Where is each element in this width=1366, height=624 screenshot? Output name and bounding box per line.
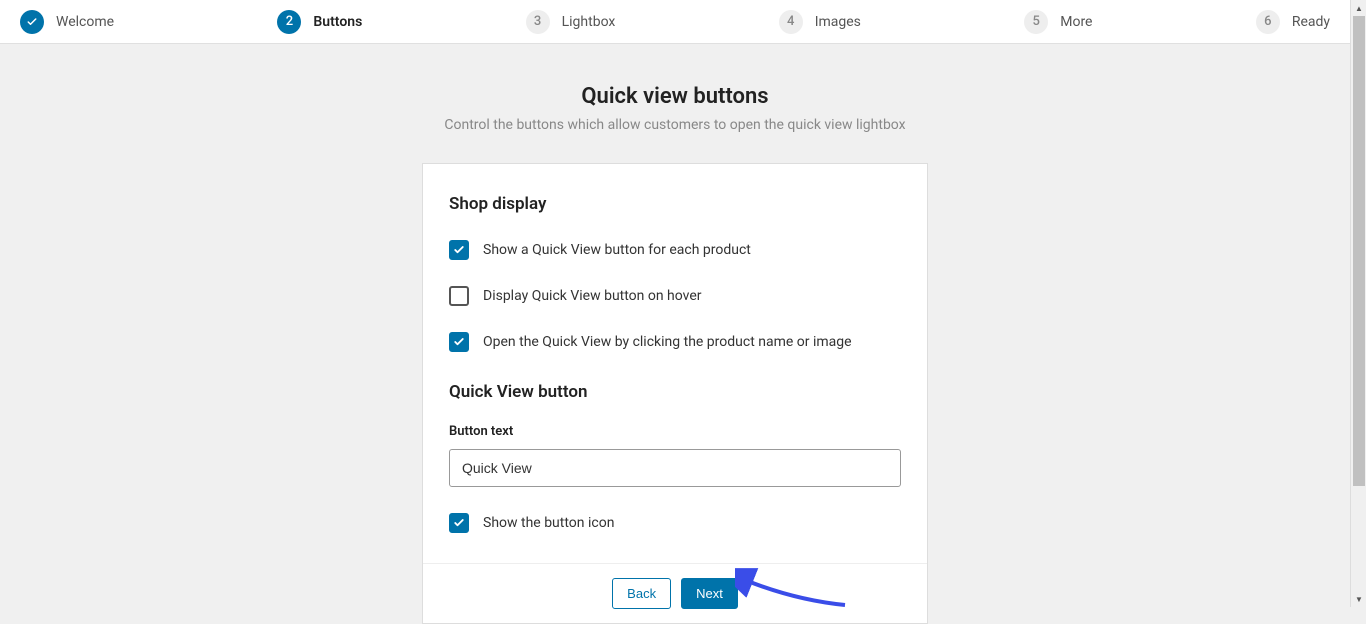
step-number-icon: 4 bbox=[779, 10, 803, 34]
section-quick-view-button: Quick View button bbox=[449, 382, 901, 402]
check-icon bbox=[20, 10, 44, 34]
step-label: Buttons bbox=[313, 14, 362, 30]
step-ready[interactable]: 6 Ready bbox=[1256, 10, 1330, 34]
step-number-icon: 5 bbox=[1024, 10, 1048, 34]
button-text-input[interactable] bbox=[449, 449, 901, 487]
step-label: Images bbox=[815, 14, 861, 30]
step-number-icon: 6 bbox=[1256, 10, 1280, 34]
step-images[interactable]: 4 Images bbox=[779, 10, 861, 34]
step-label: Ready bbox=[1292, 14, 1330, 30]
checkbox-on-hover[interactable]: Display Quick View button on hover bbox=[449, 286, 901, 306]
next-button[interactable]: Next bbox=[681, 578, 738, 609]
checkbox-label: Show a Quick View button for each produc… bbox=[483, 242, 751, 258]
button-text-label: Button text bbox=[449, 424, 901, 439]
step-lightbox[interactable]: 3 Lightbox bbox=[526, 10, 616, 34]
step-buttons[interactable]: 2 Buttons bbox=[277, 10, 362, 34]
step-welcome[interactable]: Welcome bbox=[20, 10, 114, 34]
checkbox-show-icon[interactable]: Show the button icon bbox=[449, 513, 901, 533]
scroll-down-icon[interactable]: ▼ bbox=[1351, 591, 1366, 607]
step-label: Welcome bbox=[56, 14, 114, 30]
checkbox-icon[interactable] bbox=[449, 240, 469, 260]
checkbox-icon[interactable] bbox=[449, 286, 469, 306]
page-subtitle: Control the buttons which allow customer… bbox=[0, 117, 1350, 133]
scroll-thumb[interactable] bbox=[1353, 16, 1365, 486]
checkbox-label: Display Quick View button on hover bbox=[483, 288, 702, 304]
scroll-up-icon[interactable]: ▲ bbox=[1351, 0, 1366, 16]
vertical-scrollbar[interactable]: ▲ ▼ bbox=[1350, 0, 1366, 607]
wizard-stepper: Welcome 2 Buttons 3 Lightbox 4 Images 5 … bbox=[0, 0, 1350, 44]
content-area: Quick view buttons Control the buttons w… bbox=[0, 44, 1350, 624]
step-number-icon: 3 bbox=[526, 10, 550, 34]
card-body: Shop display Show a Quick View button fo… bbox=[423, 164, 927, 563]
step-label: Lightbox bbox=[562, 14, 616, 30]
step-number-icon: 2 bbox=[277, 10, 301, 34]
checkbox-label: Open the Quick View by clicking the prod… bbox=[483, 334, 852, 350]
section-shop-display: Shop display bbox=[449, 194, 901, 214]
checkbox-show-button[interactable]: Show a Quick View button for each produc… bbox=[449, 240, 901, 260]
checkbox-label: Show the button icon bbox=[483, 515, 614, 531]
step-more[interactable]: 5 More bbox=[1024, 10, 1092, 34]
checkbox-icon[interactable] bbox=[449, 332, 469, 352]
step-label: More bbox=[1060, 14, 1092, 30]
settings-card: Shop display Show a Quick View button fo… bbox=[422, 163, 928, 624]
page-title: Quick view buttons bbox=[0, 84, 1350, 109]
checkbox-open-click[interactable]: Open the Quick View by clicking the prod… bbox=[449, 332, 901, 352]
checkbox-icon[interactable] bbox=[449, 513, 469, 533]
card-footer: Back Next bbox=[423, 563, 927, 623]
back-button[interactable]: Back bbox=[612, 578, 671, 609]
